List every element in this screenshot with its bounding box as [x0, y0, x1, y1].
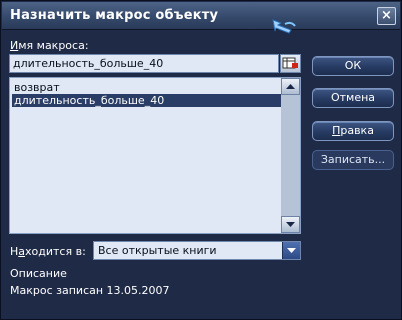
cancel-button[interactable]: Отмена — [312, 88, 394, 108]
edit-reference-icon — [282, 57, 298, 69]
location-label: Находится в: — [10, 245, 86, 258]
macro-name-input[interactable]: длительность_больше_40 — [9, 54, 279, 73]
list-scrollbar[interactable] — [281, 78, 300, 233]
edit-button-label: равка — [340, 124, 374, 137]
macro-name-value: длительность_больше_40 — [13, 57, 164, 70]
description-heading: Описание — [10, 267, 67, 280]
close-button[interactable]: × — [377, 7, 396, 25]
location-dropdown-button[interactable] — [282, 242, 300, 259]
location-select-value: Все открытые книги — [98, 244, 217, 257]
description-text: Макрос записан 13.05.2007 — [10, 284, 170, 297]
record-button[interactable]: Записать... — [312, 150, 394, 170]
location-label-end: ходится в: — [25, 245, 86, 258]
close-icon: × — [381, 8, 392, 23]
edit-button[interactable]: Правка — [312, 121, 394, 141]
scroll-up-icon — [286, 84, 295, 89]
macro-list[interactable]: возврат длительность_больше_40 — [9, 77, 301, 234]
macro-name-label-text: мя макроса: — [18, 39, 89, 52]
list-item-label: возврат — [14, 81, 60, 94]
help-cursor-icon — [272, 19, 296, 34]
macro-name-label: Имя макроса: — [10, 39, 89, 52]
dropdown-arrow-icon — [287, 248, 296, 253]
list-item[interactable]: возврат — [12, 81, 282, 94]
edit-reference-button[interactable] — [280, 54, 301, 73]
list-item-selected[interactable]: длительность_больше_40 — [12, 94, 282, 107]
scroll-down-icon — [286, 222, 295, 227]
scroll-down-button[interactable] — [281, 216, 300, 233]
ok-button[interactable]: ОК — [312, 56, 394, 76]
title-bar[interactable]: Назначить макрос объекту × — [2, 2, 400, 30]
location-select[interactable]: Все открытые книги — [93, 241, 301, 260]
assign-macro-dialog: Назначить макрос объекту × Имя макроса: … — [0, 0, 402, 320]
dialog-title: Назначить макрос объекту — [10, 8, 219, 23]
scroll-up-button[interactable] — [281, 78, 300, 95]
macro-name-label-accesskey: И — [10, 39, 19, 52]
list-item-label: длительность_больше_40 — [14, 94, 165, 107]
